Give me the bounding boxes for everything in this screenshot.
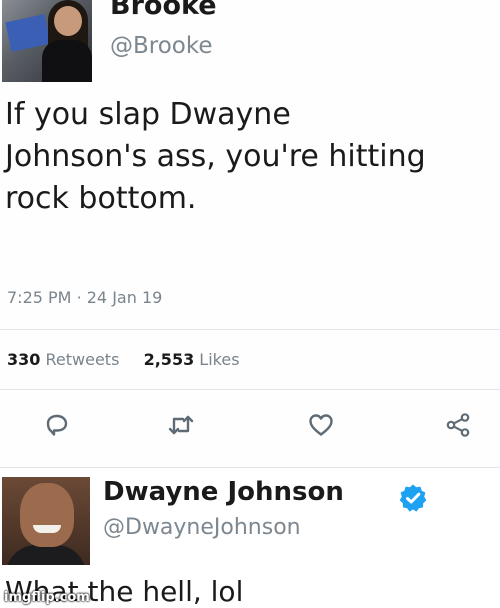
verified-badge-icon bbox=[399, 484, 427, 512]
tweet-date: 24 Jan 19 bbox=[86, 288, 163, 307]
reply-button[interactable] bbox=[40, 408, 74, 442]
avatar-smile bbox=[33, 525, 61, 533]
divider bbox=[0, 329, 500, 330]
author-handle[interactable]: @Brooke bbox=[110, 33, 213, 59]
like-button[interactable] bbox=[304, 408, 338, 442]
avatar-body bbox=[42, 40, 92, 82]
likes-stat[interactable]: 2,553 Likes bbox=[144, 350, 240, 369]
avatar-face bbox=[54, 6, 82, 36]
retweets-count: 330 bbox=[7, 350, 41, 369]
tweet-time: 7:25 PM bbox=[7, 288, 72, 307]
tweet-text: If you slap Dwayne Johnson's ass, you're… bbox=[5, 97, 426, 216]
reply-tweet: Dwayne Johnson @DwayneJohnson What the h… bbox=[0, 469, 500, 608]
retweet-button[interactable] bbox=[164, 408, 198, 442]
tweet-action-bar bbox=[0, 408, 500, 448]
brooke-avatar[interactable] bbox=[2, 0, 92, 82]
dwayne-johnson-avatar[interactable] bbox=[2, 477, 90, 565]
retweets-label: Retweets bbox=[45, 350, 120, 369]
avatar-shirt-graphic bbox=[5, 14, 51, 52]
reply-icon bbox=[46, 414, 68, 436]
reply-author-handle[interactable]: @DwayneJohnson bbox=[103, 515, 301, 540]
divider bbox=[0, 467, 500, 468]
tweet-timestamp[interactable]: 7:25 PM · 24 Jan 19 bbox=[7, 288, 162, 307]
reply-author-name[interactable]: Dwayne Johnson bbox=[103, 477, 344, 507]
likes-count: 2,553 bbox=[143, 350, 195, 369]
divider bbox=[0, 389, 500, 390]
tweet-stats: 330 Retweets 2,553 Likes bbox=[7, 350, 240, 369]
watermark: imgflip.com bbox=[4, 590, 90, 605]
avatar-shirt bbox=[6, 545, 86, 565]
likes-label: Likes bbox=[199, 350, 240, 369]
share-icon bbox=[446, 413, 470, 437]
retweets-stat[interactable]: 330 Retweets bbox=[7, 350, 125, 369]
retweet-icon bbox=[168, 415, 194, 435]
avatar-head bbox=[20, 483, 74, 547]
timestamp-separator: · bbox=[76, 288, 82, 307]
author-name[interactable]: Brooke bbox=[110, 0, 217, 21]
original-tweet: Brooke @Brooke If you slap Dwayne Johnso… bbox=[0, 0, 500, 468]
share-button[interactable] bbox=[441, 408, 475, 442]
like-icon bbox=[309, 414, 333, 436]
